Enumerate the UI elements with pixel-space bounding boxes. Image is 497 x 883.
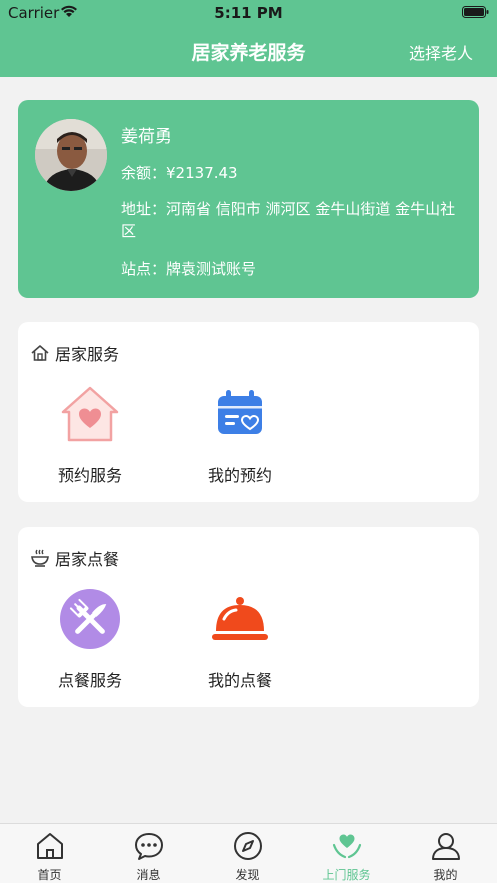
tile-label: 点餐服务 — [57, 671, 122, 690]
station-value: 牌袁测试账号 — [166, 260, 257, 278]
status-time: 5:11 PM — [214, 4, 283, 22]
tab-label: 我的 — [433, 868, 458, 882]
station-row: 站点：牌袁测试账号 — [121, 258, 256, 279]
address-row: 地址：河南省 信阳市 浉河区 金牛山街道 金牛山社区 — [121, 198, 461, 242]
elder-name: 姜荷勇 — [121, 127, 172, 147]
user-icon — [432, 833, 460, 860]
tile-label: 我的点餐 — [207, 671, 272, 690]
address-label: 地址： — [121, 200, 167, 218]
my-bookings-tile[interactable]: 我的预约 — [180, 322, 300, 485]
battery-icon — [462, 6, 489, 18]
book-service-tile[interactable]: 预约服务 — [30, 322, 150, 485]
food-cloche-icon — [212, 597, 268, 640]
my-orders-tile[interactable]: 我的点餐 — [180, 527, 300, 690]
address-value: 河南省 信阳市 浉河区 金牛山街道 金牛山社区 — [121, 200, 456, 240]
tab-home[interactable]: 首页 — [0, 824, 99, 883]
station-label: 站点： — [121, 260, 167, 278]
tab-label: 发现 — [235, 868, 260, 882]
avatar — [35, 119, 107, 191]
fork-knife-icon — [60, 589, 120, 649]
tab-label: 消息 — [136, 868, 161, 882]
tab-label: 上门服务 — [322, 868, 371, 882]
elder-profile-card[interactable]: 姜荷勇 余额：¥2137.43 地址：河南省 信阳市 浉河区 金牛山街道 金牛山… — [18, 100, 479, 298]
balance-value: ¥2137.43 — [166, 164, 238, 182]
calendar-icon — [218, 390, 262, 434]
order-meal-tile[interactable]: 点餐服务 — [30, 527, 150, 690]
tab-discover[interactable]: 发现 — [198, 824, 297, 883]
tile-label: 预约服务 — [57, 466, 122, 485]
status-bar: Carrier 5:11 PM — [0, 0, 497, 26]
heart-hands-icon — [332, 834, 362, 859]
home-service-section: 居家服务 预约服务 我的预约 — [18, 322, 479, 502]
tab-messages[interactable]: 消息 — [99, 824, 198, 883]
bottom-tab-bar: 首页 消息 发现 上门服务 我的 — [0, 823, 497, 883]
balance-row: 余额：¥2137.43 — [121, 162, 238, 183]
compass-icon — [234, 832, 262, 860]
app-header: Carrier 5:11 PM 居家养老服务 选择老人 — [0, 0, 497, 77]
home-meal-section: 居家点餐 点餐服务 我的点餐 — [18, 527, 479, 707]
select-elder-button[interactable]: 选择老人 — [409, 40, 473, 64]
home-icon — [37, 833, 63, 859]
tab-label: 首页 — [37, 868, 62, 882]
balance-label: 余额： — [121, 164, 167, 182]
tile-label: 我的预约 — [207, 466, 272, 485]
avatar-photo-icon — [35, 119, 107, 191]
tab-mine[interactable]: 我的 — [396, 824, 495, 883]
heart-house-icon — [61, 386, 119, 442]
tab-home-visit[interactable]: 上门服务 — [297, 824, 396, 883]
chat-icon — [135, 833, 163, 860]
